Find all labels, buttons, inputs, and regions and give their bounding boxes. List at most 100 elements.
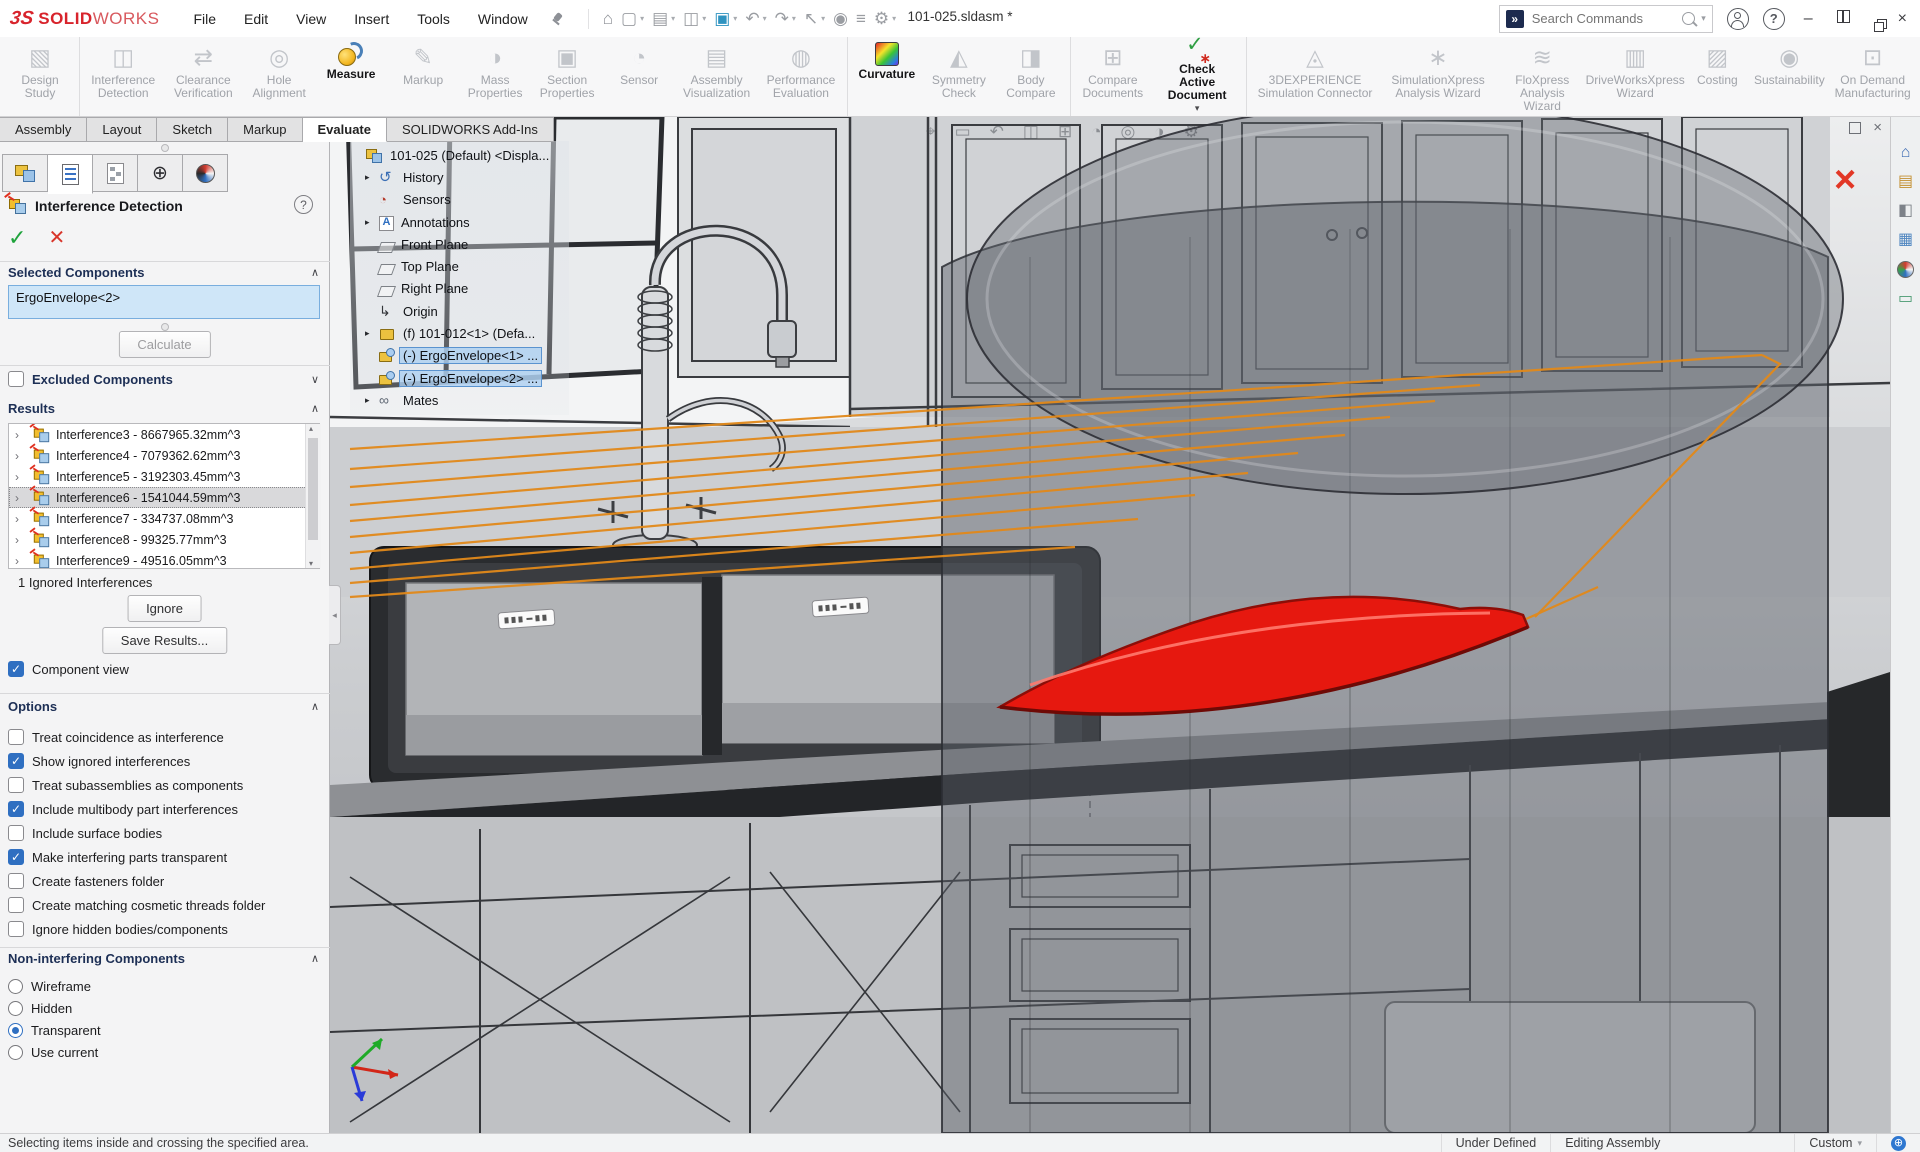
feature-tree-item[interactable]: ▸ (f) 101-012<1> (Defa... (352, 322, 567, 344)
feature-tree-item[interactable]: ▸ Annotations (352, 211, 567, 233)
expand-arrow-icon[interactable]: › (15, 533, 27, 547)
interference-result-row[interactable]: › Interference5 - 3192303.45mm^3 (9, 466, 319, 487)
ribbon-tool[interactable]: ◬ 3DEXPERIENCE Simulation Connector (1250, 37, 1381, 116)
ignore-button[interactable]: Ignore (127, 595, 202, 622)
display-mode-radio[interactable] (8, 1045, 23, 1060)
excluded-components-header[interactable]: Excluded Components ∨ (8, 371, 319, 387)
option-checkbox[interactable] (8, 777, 24, 793)
command-tab[interactable]: Sketch (157, 117, 228, 142)
expand-arrow-icon[interactable]: › (15, 449, 27, 463)
ribbon-tool[interactable]: Curvature (851, 37, 923, 116)
expand-arrow-icon[interactable]: ▸ (365, 217, 376, 228)
component-view-checkbox[interactable] (8, 661, 24, 677)
command-tab[interactable]: Assembly (0, 117, 87, 142)
menu-item[interactable]: Window (466, 5, 540, 33)
ergo-envelope-dome[interactable] (967, 117, 1843, 494)
view-tool-icon[interactable]: ↶ (990, 122, 1004, 142)
tab-appearances[interactable] (183, 154, 228, 192)
results-scrollbar[interactable] (305, 424, 321, 568)
ribbon-tool[interactable]: ◎ Hole Alignment (243, 37, 315, 116)
excluded-components-checkbox[interactable] (8, 371, 24, 387)
quick-access-button[interactable]: ▢ (621, 9, 644, 29)
interference-result-row[interactable]: › Interference4 - 7079362.62mm^3 (9, 445, 319, 466)
interference-result-row[interactable]: › Interference8 - 99325.77mm^3 (9, 529, 319, 550)
quick-access-button[interactable]: ⚙ (874, 9, 896, 29)
ribbon-tool[interactable]: ◍ Performance Evaluation (758, 37, 848, 116)
user-account-icon[interactable] (1727, 8, 1749, 30)
collapse-icon[interactable]: ∧ (311, 266, 319, 279)
feature-tree-item[interactable]: ▸ Top Plane (352, 255, 567, 277)
task-pane-icon[interactable]: ● (1897, 261, 1914, 278)
tab-display-manager[interactable]: ⊕ (138, 154, 183, 192)
view-tool-icon[interactable]: ⌖ (926, 122, 936, 142)
ribbon-tool[interactable]: ⇄ Clearance Verification (163, 37, 243, 116)
option-checkbox[interactable] (8, 825, 24, 841)
calculate-button[interactable]: Calculate (118, 331, 210, 358)
ribbon-tool[interactable]: ◑ Mass Properties (459, 37, 531, 116)
panel-collapse-handle[interactable]: ◂ (329, 585, 341, 645)
close-document-icon[interactable]: × (1873, 120, 1882, 135)
feature-tree-item[interactable]: ▸ (-) ErgoEnvelope<1> ... (352, 345, 567, 367)
units-selector[interactable]: Custom▾ (1794, 1134, 1876, 1152)
task-pane-icon[interactable]: ▭ (1898, 291, 1913, 307)
feature-tree-item[interactable]: ▸ History (352, 166, 567, 188)
option-checkbox[interactable] (8, 753, 24, 769)
ribbon-tool[interactable]: ✎ Markup (387, 37, 459, 116)
command-tab[interactable]: SOLIDWORKS Add-Ins (387, 117, 554, 142)
option-row[interactable]: Ignore hidden bodies/components (0, 917, 330, 941)
option-row[interactable]: Create matching cosmetic threads folder (0, 893, 330, 917)
option-checkbox[interactable] (8, 873, 24, 889)
quick-access-button[interactable]: ⌂ (603, 9, 613, 29)
expand-arrow-icon[interactable]: › (15, 470, 27, 484)
scrollbar-thumb[interactable] (308, 438, 318, 540)
expand-arrow-icon[interactable]: › (15, 512, 27, 526)
ribbon-tool[interactable]: ◉ Sustainability (1753, 37, 1825, 116)
display-mode-radio[interactable] (8, 1001, 23, 1016)
view-tool-icon[interactable]: ◑ (1154, 122, 1164, 142)
ribbon-tool[interactable]: ▨ Costing (1681, 37, 1753, 116)
feature-tree-item[interactable]: ▸ Mates (352, 389, 567, 411)
interference-result-row[interactable]: › Interference3 - 8667965.32mm^3 (9, 424, 319, 445)
quick-access-button[interactable]: ◫ (683, 9, 706, 29)
option-row[interactable]: Include multibody part interferences (0, 797, 330, 821)
display-mode-radio[interactable] (8, 979, 23, 994)
expand-arrow-icon[interactable]: ▸ (365, 172, 376, 183)
panel-grip[interactable] (161, 144, 169, 152)
feature-tree-item[interactable]: ▸ Origin (352, 300, 567, 322)
ribbon-tool[interactable]: Measure (315, 37, 387, 116)
display-mode-row[interactable]: Wireframe (0, 975, 330, 997)
display-mode-row[interactable]: Hidden (0, 997, 330, 1019)
quick-access-button[interactable]: ≡ (856, 9, 866, 29)
command-tab[interactable]: Markup (228, 117, 302, 142)
display-mode-radio[interactable] (8, 1023, 23, 1038)
quick-access-button[interactable]: ▤ (652, 9, 675, 29)
globe-status[interactable]: ⊕ (1876, 1134, 1920, 1152)
selected-components-header[interactable]: Selected Components ∧ (8, 265, 319, 280)
task-pane-icon[interactable]: ▦ (1898, 232, 1913, 248)
menu-item[interactable]: Insert (342, 5, 401, 33)
search-icon[interactable] (1682, 12, 1695, 25)
quick-access-button[interactable]: ↖ (804, 9, 825, 29)
menu-item[interactable]: Tools (405, 5, 462, 33)
ribbon-tool[interactable]: ◭ Symmetry Check (923, 37, 995, 116)
graphics-area[interactable]: ⌖▭↶◫⊞◔◎◑⚙ × ▸ 101-025 (Default) <Displa.… (330, 117, 1890, 1133)
expand-arrow-icon[interactable]: › (15, 554, 27, 568)
options-header[interactable]: Options ∧ (8, 699, 319, 714)
tab-feature-manager[interactable] (2, 154, 48, 192)
option-row[interactable]: Treat coincidence as interference (0, 725, 330, 749)
ok-button[interactable]: ✓ (8, 227, 26, 249)
task-pane-icon[interactable]: ◧ (1898, 203, 1913, 219)
feature-tree-item[interactable]: ▸ Sensors (352, 189, 567, 211)
command-tab[interactable]: Layout (87, 117, 157, 142)
view-tool-icon[interactable]: ▭ (955, 122, 971, 142)
collapse-icon[interactable]: ∧ (311, 402, 319, 415)
option-checkbox[interactable] (8, 897, 24, 913)
confirmation-corner-cancel-icon[interactable] (1834, 167, 1864, 197)
collapse-icon[interactable]: ∧ (311, 952, 319, 965)
expand-arrow-icon[interactable]: ▸ (365, 328, 376, 339)
selected-component-value[interactable]: ErgoEnvelope<2> (16, 290, 120, 305)
expand-arrow-icon[interactable]: › (15, 428, 27, 442)
collapse-icon[interactable]: ∧ (311, 700, 319, 713)
option-checkbox[interactable] (8, 801, 24, 817)
ribbon-tool[interactable]: Check Active Document (1152, 37, 1247, 116)
